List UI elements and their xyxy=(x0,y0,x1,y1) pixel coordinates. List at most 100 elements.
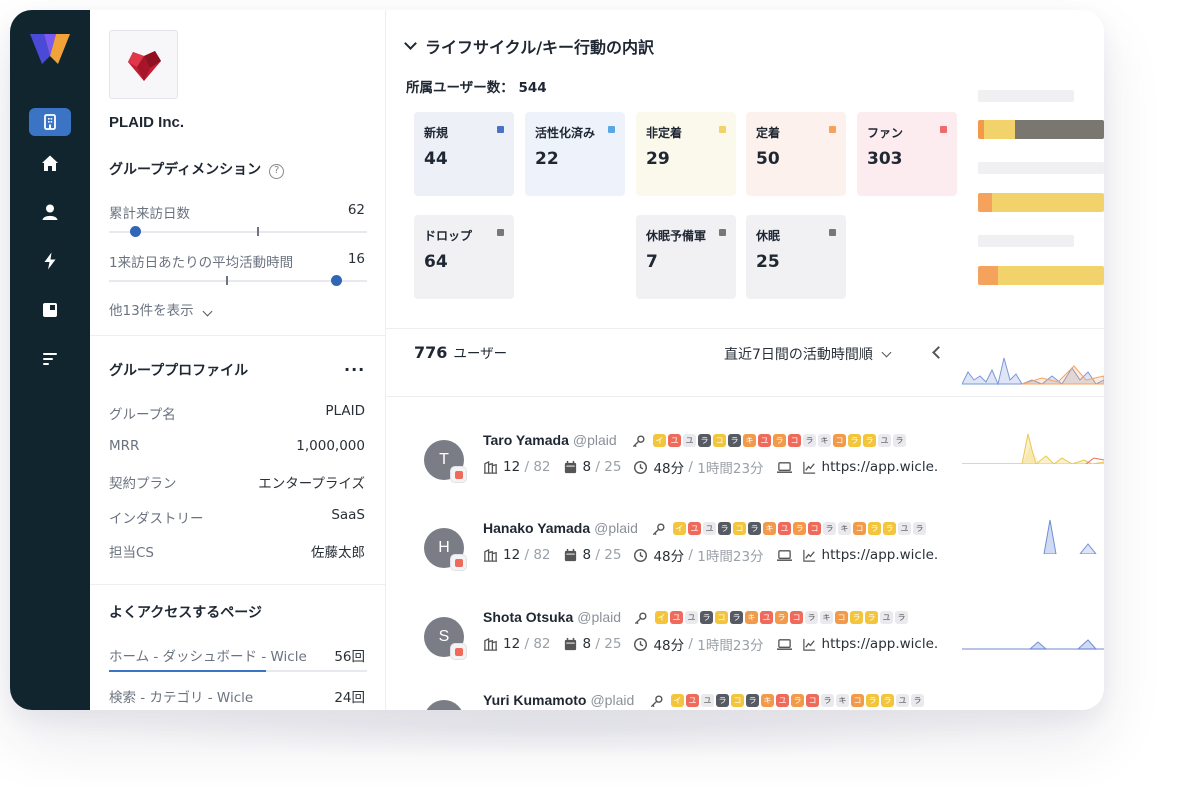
profile-row: グループ名 PLAID xyxy=(109,403,365,423)
behavior-chip: コ xyxy=(835,611,848,624)
dimensions-title-text: グループディメンション xyxy=(109,162,262,178)
avatar: S xyxy=(424,617,467,660)
stacked-bar xyxy=(978,266,1104,285)
active-time: 48分 xyxy=(653,461,685,477)
days-total: 25 xyxy=(604,459,622,475)
behavior-chip: ラ xyxy=(805,611,818,624)
app-window: PLAID Inc. グループディメンション? 累計来訪日数 62 1来訪日あた… xyxy=(10,10,1104,710)
dimension-row: 累計来訪日数 62 xyxy=(109,202,365,222)
behavior-chip: ラ xyxy=(883,522,896,535)
user-name-text: Hanako Yamada xyxy=(483,520,591,536)
avatar-initial: T xyxy=(439,451,449,468)
laptop-icon xyxy=(776,461,792,473)
behavior-chip: キ xyxy=(763,522,776,535)
user-name[interactable]: Yuri Kumamoto @plaid xyxy=(483,692,634,708)
user-name[interactable]: Hanako Yamada @plaid xyxy=(483,520,638,536)
help-icon[interactable]: ? xyxy=(269,164,285,179)
stage-badge-icon xyxy=(450,643,467,660)
behavior-chip: ラ xyxy=(791,694,804,707)
pages-total: 82 xyxy=(533,636,551,652)
user-row[interactable]: T Taro Yamada @plaid イユユラコラキユラコラキコララユラ 12 / … xyxy=(386,432,944,528)
behavior-chips: イユユラコラキユラコラキコララユラ xyxy=(651,522,926,537)
profile-value: PLAID xyxy=(325,403,365,419)
page-row[interactable]: ホーム - ダッシュボード - Wicle 56回 xyxy=(109,645,365,665)
behavior-chips: イユユラコラキユラコラキコララユラ xyxy=(631,434,906,449)
active-time: 48分 xyxy=(653,549,685,565)
user-handle: @plaid xyxy=(577,609,622,625)
show-more-link[interactable]: 他13件を表示 xyxy=(109,299,213,319)
behavior-chip: キ xyxy=(838,522,851,535)
user-name[interactable]: Shota Otsuka @plaid xyxy=(483,609,621,625)
key-icon xyxy=(650,695,663,708)
behavior-chip: コ xyxy=(713,434,726,447)
behavior-chip: ユ xyxy=(896,694,909,707)
user-name[interactable]: Taro Yamada @plaid xyxy=(483,432,617,448)
behavior-chip: ユ xyxy=(668,434,681,447)
behavior-chip: キ xyxy=(745,611,758,624)
slider-knob[interactable] xyxy=(331,275,343,286)
profile-value: SaaS xyxy=(331,507,365,523)
stacked-bar xyxy=(978,120,1104,139)
nav-company-button[interactable] xyxy=(29,108,71,136)
profile-key: MRR xyxy=(109,438,140,454)
behavior-chip: ラ xyxy=(911,694,924,707)
pages-icon xyxy=(483,548,498,562)
slider-knob[interactable] xyxy=(129,226,141,237)
page-row[interactable]: 検索 - カテゴリ - Wicle 24回 xyxy=(109,686,365,706)
behavior-chip: コ xyxy=(808,522,821,535)
behavior-chip: キ xyxy=(836,694,849,707)
more-options-button[interactable]: ··· xyxy=(344,360,365,379)
active-time: 48分 xyxy=(653,638,685,654)
behavior-chip: ラ xyxy=(913,522,926,535)
user-handle: @plaid xyxy=(572,432,617,448)
home-icon xyxy=(42,155,58,171)
last-url[interactable]: https://app.wicle. xyxy=(822,459,939,475)
clock-icon xyxy=(634,637,648,651)
behavior-chips: イユユラコラキユラコラキコララユラ xyxy=(649,694,924,709)
dimension-slider[interactable] xyxy=(109,226,367,237)
last-url[interactable]: https://app.wicle. xyxy=(822,636,939,652)
days-visited: 8 xyxy=(582,459,592,475)
profile-key: 担当CS xyxy=(109,545,154,561)
avatar: H xyxy=(424,528,467,571)
behavior-chip: イ xyxy=(655,611,668,624)
avatar-initial: H xyxy=(438,539,450,556)
behavior-chip: ラ xyxy=(728,434,741,447)
user-row[interactable]: H Hanako Yamada @plaid イユユラコラキユラコラキコララユラ 12 … xyxy=(386,520,944,616)
board-icon xyxy=(43,303,57,317)
behavior-chip: ラ xyxy=(821,694,834,707)
nav-list-button[interactable] xyxy=(29,345,71,373)
behavior-chip: イ xyxy=(653,434,666,447)
behavior-chip: コ xyxy=(851,694,864,707)
nav-board-button[interactable] xyxy=(29,296,71,324)
behavior-chip: ラ xyxy=(730,611,743,624)
behavior-chip: ユ xyxy=(703,522,716,535)
nav-home-button[interactable] xyxy=(29,149,71,177)
show-more-label: 他13件を表示 xyxy=(109,303,194,319)
nav-user-button[interactable] xyxy=(29,198,71,226)
slider-tick xyxy=(226,276,228,285)
behavior-chip: ユ xyxy=(686,694,699,707)
days-visited: 8 xyxy=(582,636,592,652)
behavior-chip: ラ xyxy=(893,434,906,447)
behavior-chip: キ xyxy=(818,434,831,447)
pages-visited: 12 xyxy=(503,459,521,475)
behavior-chip: ラ xyxy=(866,694,879,707)
user-row[interactable]: S Shota Otsuka @plaid イユユラコラキユラコラキコララユラ 12 /… xyxy=(386,609,944,705)
company-logo xyxy=(109,30,178,99)
main-panel: ライフサイクル/キー行動の内訳 所属ユーザー数： 544 新規 44 活性化済み 22… xyxy=(386,10,1104,710)
behavior-chip: ユ xyxy=(683,434,696,447)
behavior-chip: ラ xyxy=(868,522,881,535)
behavior-chip: コ xyxy=(833,434,846,447)
behavior-chip: ラ xyxy=(748,522,761,535)
dimension-slider[interactable] xyxy=(109,275,367,286)
clock-icon xyxy=(634,548,648,562)
behavior-chip: コ xyxy=(733,522,746,535)
behavior-chip: ラ xyxy=(700,611,713,624)
last-url[interactable]: https://app.wicle. xyxy=(822,547,939,563)
behavior-chip: ラ xyxy=(848,434,861,447)
calendar-icon xyxy=(564,548,576,561)
page-name: 検索 - カテゴリ - Wicle xyxy=(109,690,254,706)
nav-action-button[interactable] xyxy=(29,247,71,275)
user-row[interactable]: Yuri Kumamoto @plaid イユユラコラキユラコラキコララユラ xyxy=(386,692,944,710)
